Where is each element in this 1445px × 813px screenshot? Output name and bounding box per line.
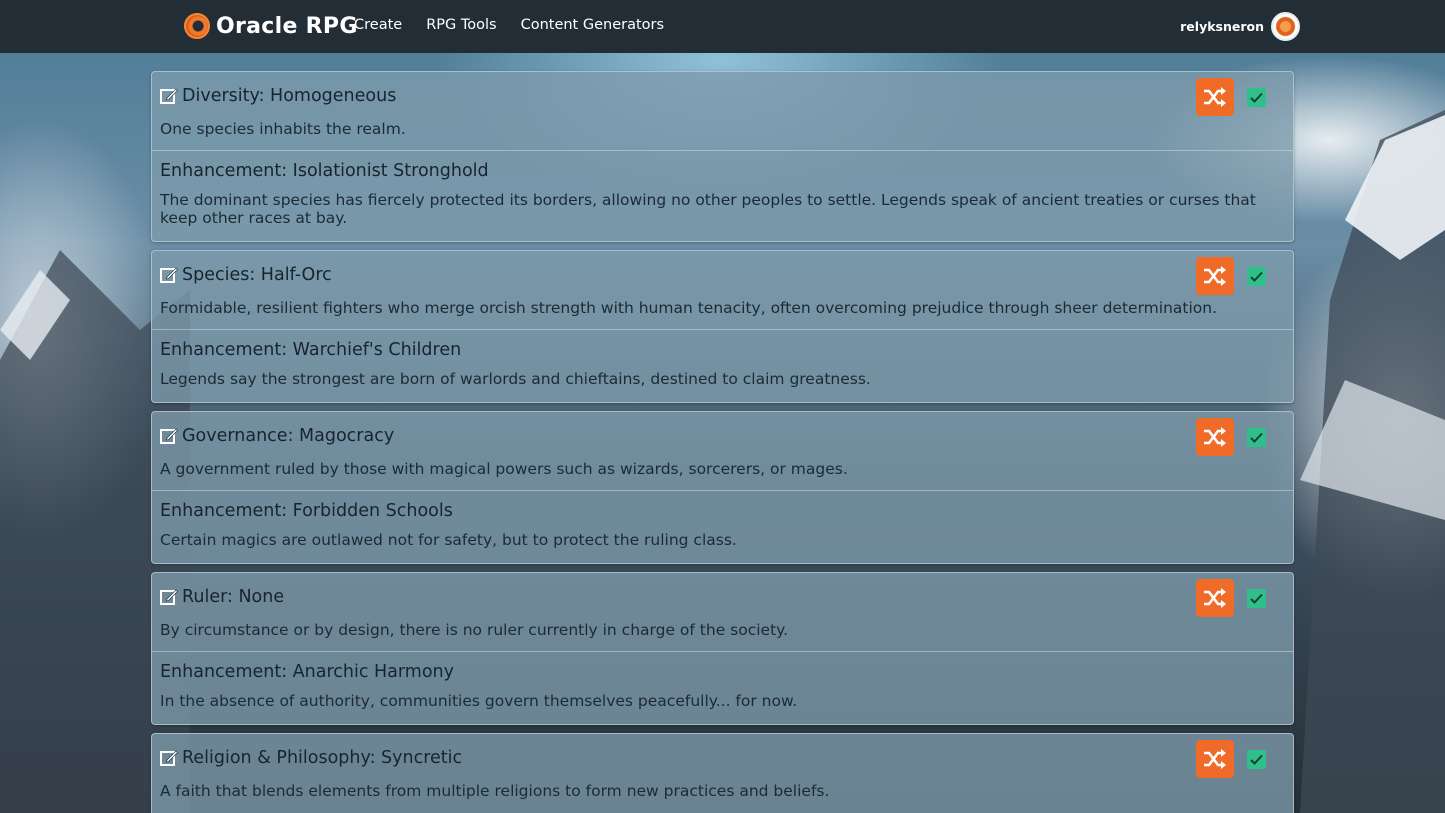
entry-card: Religion & Philosophy: Syncretic A faith… [151,733,1294,813]
enhancement-title: Enhancement: Anarchic Harmony [160,662,454,682]
entry-title: Governance: Magocracy [182,426,395,446]
reroll-button[interactable] [1196,257,1234,295]
shuffle-icon [1204,266,1226,286]
reroll-button[interactable] [1196,78,1234,116]
avatar[interactable] [1271,12,1300,41]
enhancement-description: In the absence of authority, communities… [160,692,798,710]
user-menu[interactable]: relyksneron [1180,12,1300,41]
shuffle-icon [1204,749,1226,769]
entry-title: Species: Half-Orc [182,265,332,285]
enhancement-description: Certain magics are outlawed not for safe… [160,531,737,549]
entry-description: One species inhabits the realm. [160,120,406,138]
reroll-button[interactable] [1196,740,1234,778]
enhancement-description: Legends say the strongest are born of wa… [160,370,871,388]
entry-card: Species: Half-Orc Formidable, resilient … [151,250,1294,403]
shuffle-icon [1204,588,1226,608]
entry-description: Formidable, resilient fighters who merge… [160,299,1218,317]
checkbox-checked-icon [1250,754,1263,765]
entry-description: A faith that blends elements from multip… [160,782,830,800]
checkbox-checked-icon [1250,432,1263,443]
oracle-logo-icon [184,13,210,39]
checkbox-checked-icon [1250,593,1263,604]
entry-card: Governance: Magocracy A government ruled… [151,411,1294,564]
enhancement-title: Enhancement: Warchief's Children [160,340,462,360]
entry-title: Ruler: None [182,587,285,607]
include-checkbox[interactable] [1247,427,1266,447]
main-nav: Create RPG Tools Content Generators [354,17,664,33]
brand-name: Oracle RPG [216,13,358,39]
edit-icon[interactable] [160,87,178,105]
entry-card: Diversity: Homogeneous One species inhab… [151,71,1294,242]
entry-title: Religion & Philosophy: Syncretic [182,748,463,768]
include-checkbox[interactable] [1247,266,1266,286]
enhancement-description: The dominant species has fiercely protec… [160,191,1256,227]
enhancement-title: Enhancement: Isolationist Stronghold [160,161,489,181]
edit-icon[interactable] [160,749,178,767]
edit-icon[interactable] [160,427,178,445]
nav-create[interactable]: Create [354,17,402,33]
top-navigation-bar: Oracle RPG Create RPG Tools Content Gene… [0,0,1445,53]
brand-logo[interactable]: Oracle RPG [184,12,358,40]
include-checkbox[interactable] [1247,87,1266,107]
shuffle-icon [1204,87,1226,107]
edit-icon[interactable] [160,588,178,606]
shuffle-icon [1204,427,1226,447]
nav-content-generators[interactable]: Content Generators [521,17,664,33]
nav-rpg-tools[interactable]: RPG Tools [426,17,496,33]
entry-description: By circumstance or by design, there is n… [160,621,789,639]
checkbox-checked-icon [1250,92,1263,103]
include-checkbox[interactable] [1247,749,1266,769]
checkbox-checked-icon [1250,271,1263,282]
edit-icon[interactable] [160,266,178,284]
generated-entries-list: Diversity: Homogeneous One species inhab… [151,71,1294,813]
entry-card: Ruler: None By circumstance or by design… [151,572,1294,725]
entry-title: Diversity: Homogeneous [182,86,397,106]
username: relyksneron [1180,19,1264,34]
entry-description: A government ruled by those with magical… [160,460,848,478]
enhancement-title: Enhancement: Forbidden Schools [160,501,453,521]
include-checkbox[interactable] [1247,588,1266,608]
reroll-button[interactable] [1196,418,1234,456]
reroll-button[interactable] [1196,579,1234,617]
